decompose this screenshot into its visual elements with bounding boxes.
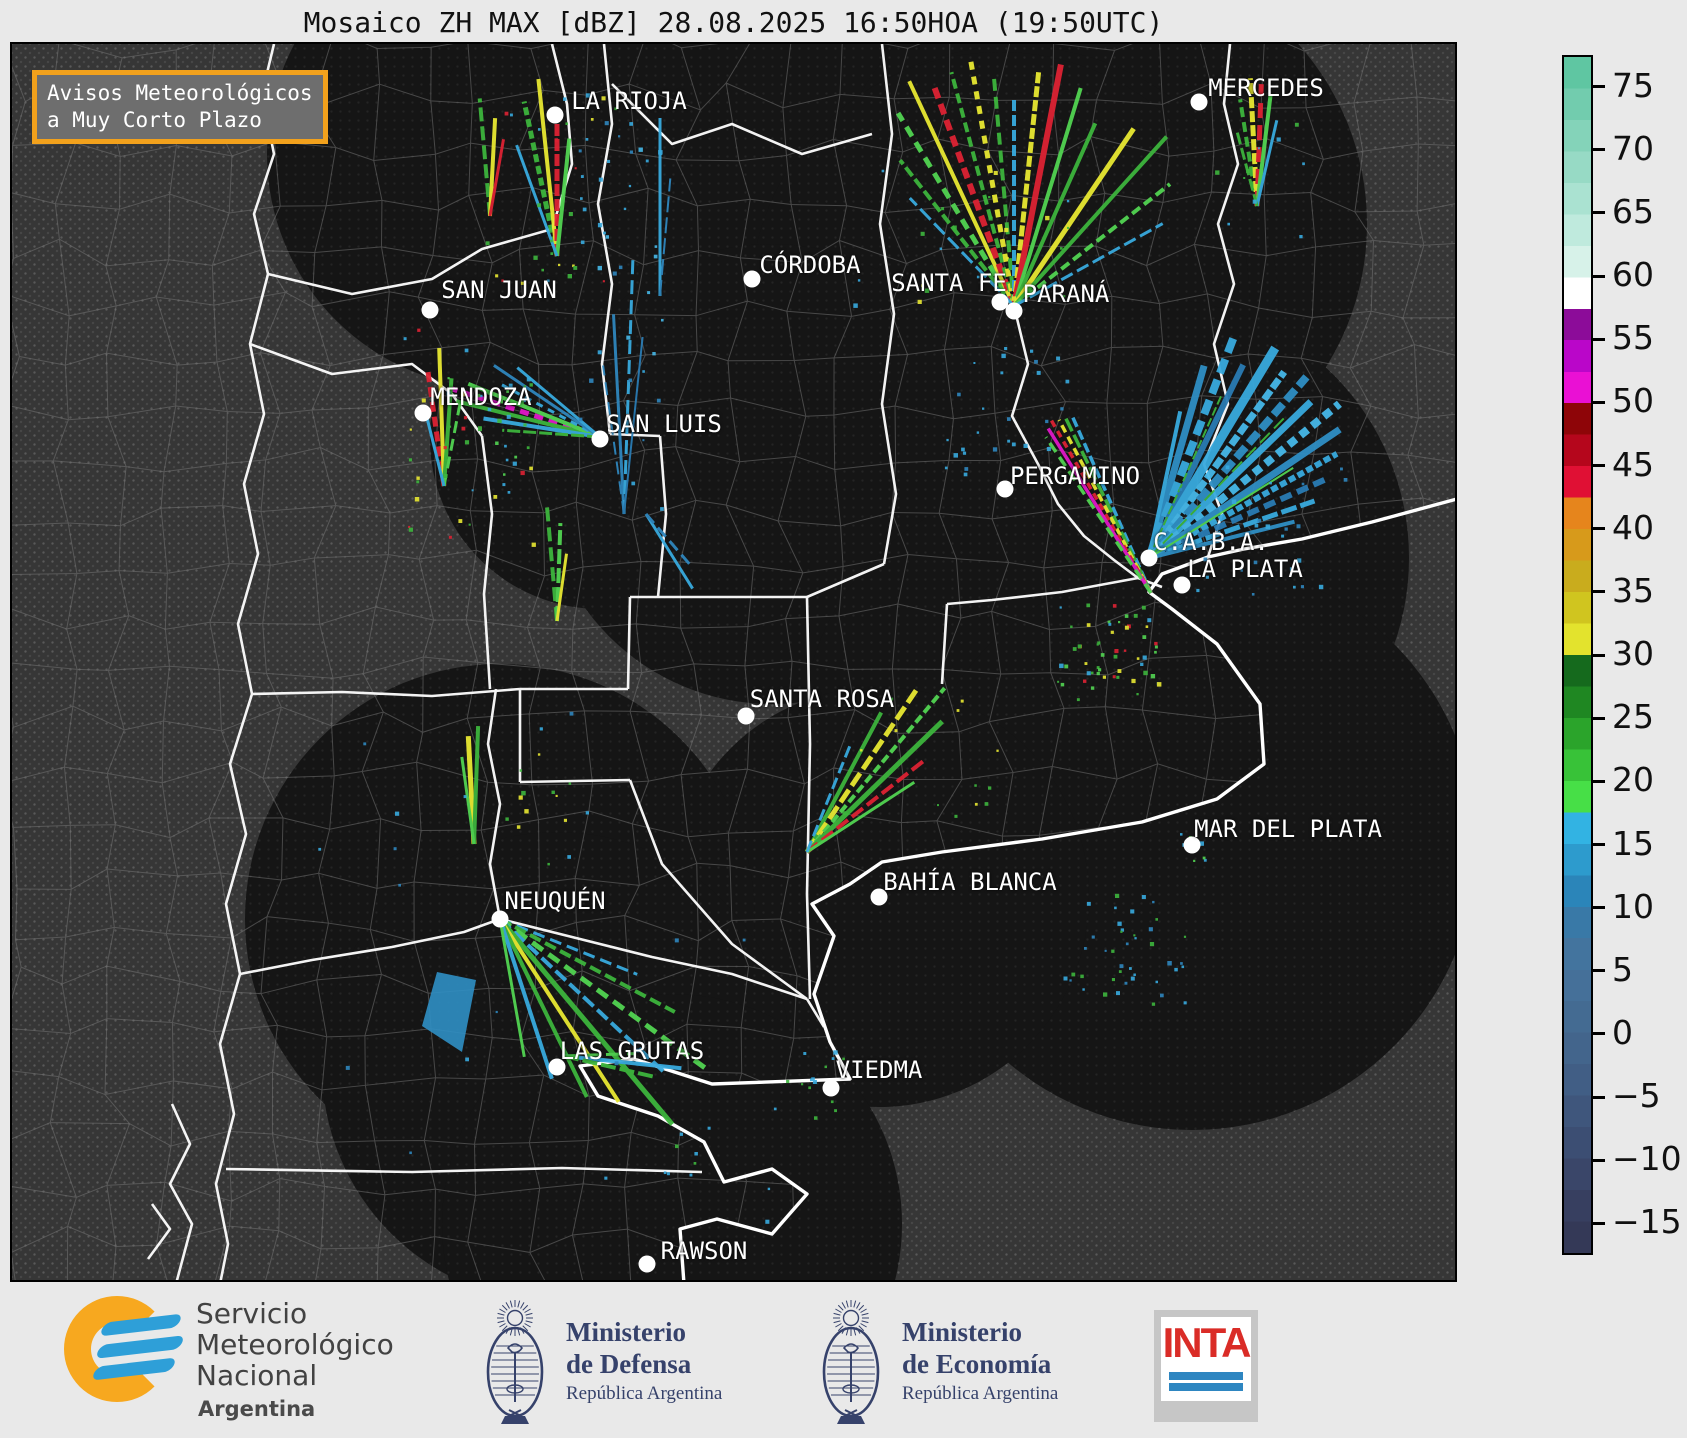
city-label: SAN LUIS <box>606 410 722 438</box>
city-dot <box>744 271 761 288</box>
inta-logo: INTA <box>1154 1310 1258 1422</box>
colorbar-tick <box>1593 275 1605 278</box>
city-label: RAWSON <box>661 1237 748 1265</box>
warning-box-line1: Avisos Meteorológicos <box>47 81 313 105</box>
city-label: SANTA ROSA <box>750 685 895 713</box>
city-label: MAR DEL PLATA <box>1194 815 1382 843</box>
smn-line: Meteorológico <box>196 1329 394 1360</box>
colorbar-tick <box>1593 464 1605 467</box>
colorbar-tick-label: −15 <box>1612 1202 1682 1241</box>
defensa-text: Ministerio de Defensa República Argentin… <box>566 1316 722 1405</box>
city-label: PARANÁ <box>1023 280 1110 308</box>
colorbar-tick <box>1593 401 1605 404</box>
city-label: LA RIOJA <box>571 87 687 115</box>
colorbar-tick-label: 40 <box>1612 508 1654 547</box>
city-dot <box>547 107 564 124</box>
city-label: MERCEDES <box>1208 74 1324 102</box>
warning-box-line2: a Muy Corto Plazo <box>47 108 262 132</box>
smn-logo-text: Servicio Meteorológico Nacional Argentin… <box>196 1298 394 1425</box>
colorbar-tick-label: 60 <box>1612 255 1654 294</box>
colorbar-tick <box>1593 1096 1605 1099</box>
city-label: BAHÍA BLANCA <box>883 868 1056 896</box>
colorbar-tick <box>1593 717 1605 720</box>
colorbar-tick-label: 65 <box>1612 192 1654 231</box>
inta-wordmark: INTA <box>1161 1317 1251 1369</box>
radar-map: LA RIOJA MERCEDES SAN JUAN CÓRDOBA SANTA FE P… <box>10 42 1457 1282</box>
colorbar-tick <box>1593 906 1605 909</box>
city-label: MENDOZA <box>430 383 531 411</box>
colorbar-tick-label: 30 <box>1612 634 1654 673</box>
colorbar-tick <box>1593 1032 1605 1035</box>
city-label: LA PLATA <box>1187 555 1303 583</box>
colorbar-tick <box>1593 338 1605 341</box>
colorbar-tick-label: 55 <box>1612 318 1654 357</box>
radar-product-page: Mosaico ZH MAX [dBZ] 28.08.2025 16:50HOA… <box>0 0 1687 1438</box>
colorbar-tick-label: 15 <box>1612 824 1654 863</box>
colorbar-tick-label: 45 <box>1612 445 1654 484</box>
city-dot <box>1006 303 1023 320</box>
inta-logo-inner: INTA <box>1161 1317 1251 1401</box>
colorbar-tick <box>1593 590 1605 593</box>
city-dot <box>1191 94 1208 111</box>
economia-subtitle: República Argentina <box>902 1383 1058 1405</box>
colorbar-tick <box>1593 148 1605 151</box>
city-label: VIEDMA <box>836 1056 923 1084</box>
colorbar-tick <box>1593 1159 1605 1162</box>
defensa-title: Ministerio de Defensa <box>566 1316 722 1380</box>
economia-text: Ministerio de Economía República Argenti… <box>902 1316 1058 1405</box>
city-dot <box>639 1256 656 1273</box>
footer-logos-bar: Servicio Meteorológico Nacional Argentin… <box>0 1282 1687 1438</box>
defensa-subtitle: República Argentina <box>566 1383 722 1405</box>
city-label: SANTA FE <box>891 269 1007 297</box>
colorbar-tick-label: 20 <box>1612 760 1654 799</box>
colorbar-tick <box>1593 1222 1605 1225</box>
city-label: C.A.B.A. <box>1153 528 1269 556</box>
city-label: CÓRDOBA <box>759 251 860 279</box>
economia-title: Ministerio de Economía <box>902 1316 1058 1380</box>
colorbar-tick-label: −10 <box>1612 1139 1682 1178</box>
colorbar-tick-label: 35 <box>1612 571 1654 610</box>
city-label: SAN JUAN <box>441 276 557 304</box>
figure-title: Mosaico ZH MAX [dBZ] 28.08.2025 16:50HOA… <box>10 6 1457 39</box>
colorbar-tick-label: −5 <box>1612 1076 1661 1115</box>
warning-box: Avisos Meteorológicos a Muy Corto Plazo <box>32 70 328 144</box>
colorbar-tick-label: 25 <box>1612 697 1654 736</box>
inta-bar-icon <box>1169 1383 1243 1391</box>
economia-title-line: de Economía <box>902 1348 1058 1380</box>
colorbar-tick <box>1593 85 1605 88</box>
colorbar-tick <box>1593 527 1605 530</box>
department-borders <box>12 44 1457 1282</box>
colorbar-tick-label: 10 <box>1612 887 1654 926</box>
city-dot <box>415 405 432 422</box>
coat-of-arms-icon <box>818 1292 884 1430</box>
smn-line: Nacional <box>196 1360 394 1391</box>
smn-line: Servicio <box>196 1298 394 1329</box>
colorbar-tick <box>1593 843 1605 846</box>
defensa-title-line: Ministerio <box>566 1316 722 1348</box>
colorbar-tick <box>1593 654 1605 657</box>
city-dot <box>422 302 439 319</box>
defensa-title-line: de Defensa <box>566 1348 722 1380</box>
colorbar-tick-label: 0 <box>1612 1013 1633 1052</box>
city-label: NEUQUÉN <box>504 887 605 915</box>
map-graphics <box>12 44 1457 1282</box>
coat-of-arms-icon <box>482 1292 548 1430</box>
colorbar-tick-label: 50 <box>1612 381 1654 420</box>
economia-title-line: Ministerio <box>902 1316 1058 1348</box>
radar-echo-patch <box>422 972 476 1052</box>
colorbar-tick-label: 5 <box>1612 950 1633 989</box>
colorbar-tick <box>1593 211 1605 214</box>
colorbar-tick-label: 70 <box>1612 129 1654 168</box>
smn-country: Argentina <box>198 1394 394 1425</box>
city-label: PERGAMINO <box>1010 462 1140 490</box>
colorbar <box>1562 55 1593 1255</box>
colorbar-tick-label: 75 <box>1612 66 1654 105</box>
colorbar-tick <box>1593 780 1605 783</box>
city-label: LAS GRUTAS <box>560 1037 705 1065</box>
inta-bar-icon <box>1169 1372 1243 1380</box>
colorbar-tick <box>1593 969 1605 972</box>
